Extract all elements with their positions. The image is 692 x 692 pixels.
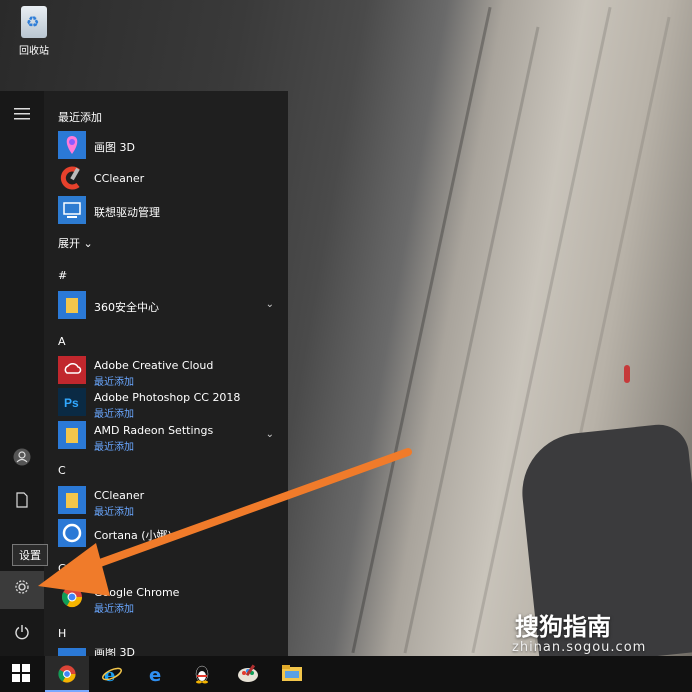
- app-item-photoshop[interactable]: Ps Adobe Photoshop CC 2018 最近添加: [58, 388, 278, 420]
- windows-logo-icon: [12, 664, 30, 682]
- edge-icon: e: [149, 665, 161, 684]
- recently-added-tag: 最近添加: [94, 604, 134, 615]
- recycle-bin-icon: [21, 6, 47, 38]
- rock-crack: [403, 26, 540, 654]
- paint-palette-icon: [238, 664, 258, 682]
- app-item-paint3d-recent[interactable]: 画图 3D: [58, 131, 278, 163]
- app-label: Adobe Photoshop CC 2018: [94, 391, 241, 404]
- climber: [624, 365, 630, 383]
- app-item-paint3d[interactable]: 画图 3D: [58, 648, 278, 656]
- hamburger-menu-icon[interactable]: [0, 96, 44, 134]
- ccleaner-icon: [58, 164, 86, 192]
- taskbar-paint[interactable]: [225, 656, 269, 692]
- lenovo-driver-icon: [58, 196, 86, 224]
- app-item-lenovo-driver[interactable]: 联想驱动管理: [58, 196, 278, 228]
- watermark-url: zhinan.sogou.com: [512, 640, 647, 655]
- app-label: 画图 3D: [94, 648, 135, 656]
- app-label: AMD Radeon Settings: [94, 424, 214, 437]
- settings-gear-icon[interactable]: [0, 571, 44, 609]
- section-header-c[interactable]: C: [58, 464, 66, 477]
- taskbar-file-explorer[interactable]: [270, 656, 314, 692]
- app-label: 联想驱动管理: [94, 206, 160, 219]
- expand-button[interactable]: 展开 ⌄: [58, 235, 93, 251]
- internet-explorer-icon: e: [102, 665, 122, 684]
- recycle-bin-label: 回收站: [19, 46, 49, 57]
- chevron-down-icon[interactable]: ⌄: [266, 429, 274, 440]
- folder-icon: [58, 291, 86, 319]
- svg-text:e: e: [149, 665, 161, 684]
- app-label: CCleaner: [94, 489, 145, 502]
- svg-text:e: e: [104, 665, 115, 684]
- app-item-ccleaner-recent[interactable]: CCleaner: [58, 164, 278, 196]
- qq-penguin-icon: [195, 665, 209, 684]
- app-item-adobe-cc[interactable]: Adobe Creative Cloud 最近添加: [58, 356, 278, 388]
- chevron-down-icon[interactable]: ⌄: [266, 299, 274, 310]
- recently-added-tag: 最近添加: [94, 409, 134, 420]
- app-label: 画图 3D: [94, 141, 135, 154]
- folder-icon: [282, 665, 302, 681]
- app-list: 最近添加 画图 3D CCleaner 联想驱动管理 展开 ⌄ # 360安全中…: [44, 91, 288, 656]
- recycle-bin[interactable]: 回收站: [12, 6, 56, 57]
- section-header-hash[interactable]: #: [58, 269, 67, 282]
- user-avatar-icon[interactable]: [0, 442, 44, 480]
- paint-3d-icon: [58, 131, 86, 159]
- start-menu: 设置 最近添加 画图 3D CCleaner 联想驱动管理 展开 ⌄ # 360…: [0, 91, 288, 656]
- watermark-brand: 搜狗指南: [515, 613, 611, 641]
- app-label: Cortana (小娜): [94, 529, 172, 542]
- power-icon[interactable]: [0, 616, 44, 654]
- taskbar-chrome[interactable]: [45, 656, 89, 692]
- taskbar-qq[interactable]: [180, 656, 224, 692]
- cortana-icon: [58, 519, 86, 547]
- app-item-chrome[interactable]: Google Chrome 最近添加: [58, 583, 278, 615]
- section-header-a[interactable]: A: [58, 335, 66, 348]
- taskbar: e e: [0, 656, 692, 692]
- chrome-icon: [58, 583, 86, 611]
- app-item-ccleaner[interactable]: CCleaner 最近添加 ⌄: [58, 486, 278, 518]
- photoshop-icon: Ps: [58, 388, 86, 416]
- folder-icon: [58, 486, 86, 514]
- chevron-down-icon[interactable]: ⌄: [266, 494, 274, 505]
- creative-cloud-icon: [58, 356, 86, 384]
- document-icon[interactable]: [0, 484, 44, 522]
- app-label: CCleaner: [94, 172, 145, 185]
- section-header-g[interactable]: G: [58, 562, 67, 575]
- rock-crack: [351, 6, 492, 654]
- app-item-amd-radeon[interactable]: AMD Radeon Settings 最近添加 ⌄: [58, 421, 278, 453]
- app-label: Adobe Creative Cloud: [94, 359, 214, 372]
- recently-added-tag: 最近添加: [94, 507, 134, 518]
- app-item-cortana[interactable]: Cortana (小娜): [58, 519, 278, 551]
- app-label: 360安全中心: [94, 301, 159, 314]
- taskbar-edge[interactable]: e: [135, 656, 179, 692]
- start-button[interactable]: [0, 656, 44, 692]
- recently-added-tag: 最近添加: [94, 377, 134, 388]
- taskbar-ie[interactable]: e: [90, 656, 134, 692]
- recent-heading: 最近添加: [58, 111, 102, 124]
- settings-tooltip: 设置: [12, 544, 48, 566]
- paint-3d-icon: [58, 648, 86, 656]
- svg-text:Ps: Ps: [64, 396, 79, 410]
- folder-icon: [58, 421, 86, 449]
- chrome-icon: [58, 665, 76, 683]
- section-header-h[interactable]: H: [58, 627, 66, 640]
- recently-added-tag: 最近添加: [94, 442, 134, 453]
- start-rail: [0, 91, 44, 656]
- app-item-360[interactable]: 360安全中心 ⌄: [58, 291, 278, 323]
- app-label: Google Chrome: [94, 586, 180, 599]
